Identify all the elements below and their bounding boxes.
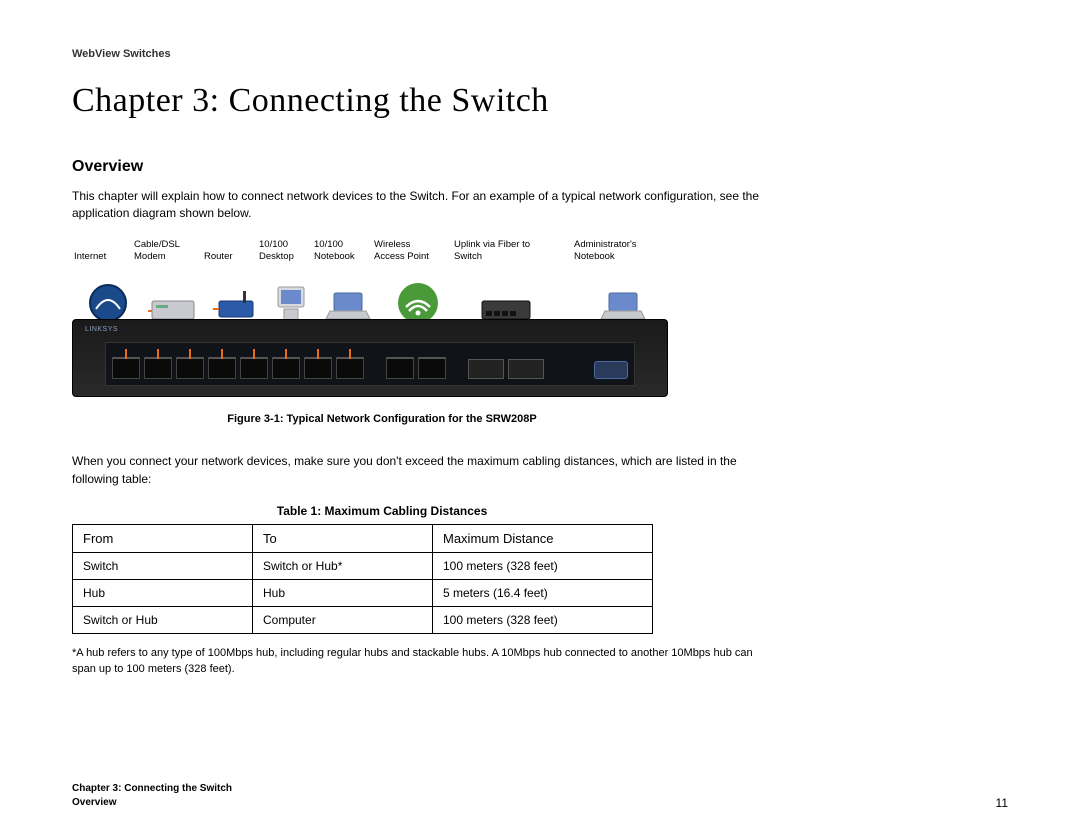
table-header-row: From To Maximum Distance xyxy=(73,525,653,553)
switch-device-image: LINKSYS xyxy=(72,319,668,397)
switch-sfp-slot xyxy=(508,359,544,379)
table-title: Table 1: Maximum Cabling Distances xyxy=(72,504,692,518)
table-cell: 100 meters (328 feet) xyxy=(433,553,653,580)
label-line1: Uplink via Fiber to xyxy=(454,239,570,251)
table-row: Switch Switch or Hub* 100 meters (328 fe… xyxy=(73,553,653,580)
label-line1: 10/100 xyxy=(314,239,370,251)
diagram-icons xyxy=(72,267,1008,325)
switch-port xyxy=(144,357,172,379)
table-cell: 100 meters (328 feet) xyxy=(433,607,653,634)
table-cell: Switch or Hub xyxy=(73,607,253,634)
running-header: WebView Switches xyxy=(72,48,1008,60)
footer-section: Overview xyxy=(72,796,232,810)
chapter-title: Chapter 3: Connecting the Switch xyxy=(72,82,1008,120)
label-line2: Switch xyxy=(454,251,570,263)
table-header: To xyxy=(253,525,433,553)
label-line2: Router xyxy=(204,251,255,263)
table-row: Hub Hub 5 meters (16.4 feet) xyxy=(73,580,653,607)
page-footer: Chapter 3: Connecting the Switch Overvie… xyxy=(72,782,1008,810)
label-line2: Access Point xyxy=(374,251,450,263)
switch-port-gig xyxy=(418,357,446,379)
label-line2: Desktop xyxy=(259,251,310,263)
label-line1: Wireless xyxy=(374,239,450,251)
switch-brand-label: LINKSYS xyxy=(85,326,118,333)
footer-chapter: Chapter 3: Connecting the Switch xyxy=(72,782,232,796)
table-cell: Hub xyxy=(253,580,433,607)
diagram-label-row: Internet Cable/DSLModem Router 10/100Des… xyxy=(72,239,1008,264)
table-row: Switch or Hub Computer 100 meters (328 f… xyxy=(73,607,653,634)
label-line1: Cable/DSL xyxy=(134,239,200,251)
table-cell: 5 meters (16.4 feet) xyxy=(433,580,653,607)
switch-port xyxy=(272,357,300,379)
table-cell: Switch or Hub* xyxy=(253,553,433,580)
table-header: Maximum Distance xyxy=(433,525,653,553)
label-line2: Notebook xyxy=(574,251,660,263)
network-diagram: Internet Cable/DSLModem Router 10/100Des… xyxy=(72,239,1008,398)
cabling-distance-table: From To Maximum Distance Switch Switch o… xyxy=(72,524,653,634)
label-line1: Administrator's xyxy=(574,239,660,251)
table-cell: Switch xyxy=(73,553,253,580)
label-line2: Internet xyxy=(74,251,130,263)
table-cell: Computer xyxy=(253,607,433,634)
table-footnote: *A hub refers to any type of 100Mbps hub… xyxy=(72,646,772,678)
after-figure-paragraph: When you connect your network devices, m… xyxy=(72,453,772,488)
section-heading-overview: Overview xyxy=(72,158,1008,176)
label-line2: Notebook xyxy=(314,251,370,263)
switch-port-gig xyxy=(386,357,414,379)
intro-paragraph: This chapter will explain how to connect… xyxy=(72,188,772,223)
switch-port xyxy=(304,357,332,379)
switch-port xyxy=(176,357,204,379)
table-header: From xyxy=(73,525,253,553)
switch-sfp-slot xyxy=(468,359,504,379)
switch-port xyxy=(240,357,268,379)
page-number: 11 xyxy=(996,796,1008,810)
switch-port xyxy=(112,357,140,379)
switch-port xyxy=(208,357,236,379)
switch-port xyxy=(336,357,364,379)
table-cell: Hub xyxy=(73,580,253,607)
label-line2: Modem xyxy=(134,251,200,263)
switch-serial-port xyxy=(594,361,628,379)
label-line1: 10/100 xyxy=(259,239,310,251)
figure-caption: Figure 3-1: Typical Network Configuratio… xyxy=(72,413,692,425)
